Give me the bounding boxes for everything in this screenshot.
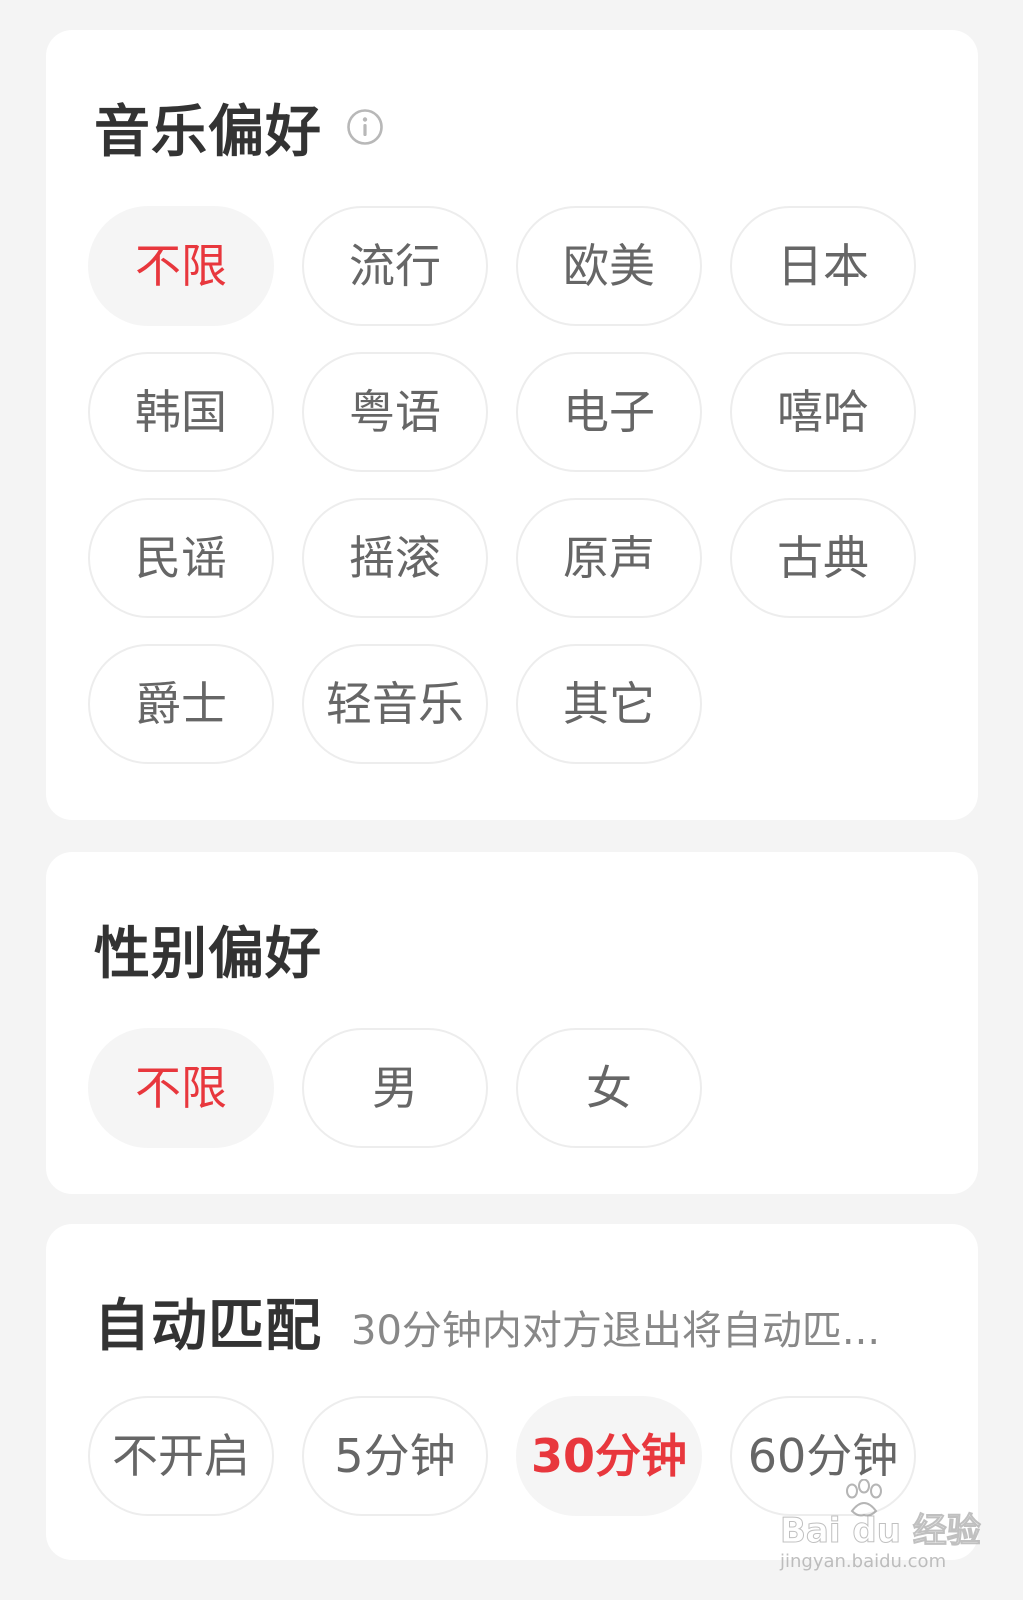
music-option-chip[interactable]: 流行	[302, 206, 488, 326]
auto-match-title: 自动匹配	[94, 1294, 322, 1359]
auto-match-option-chip[interactable]: 30分钟	[516, 1396, 702, 1516]
auto-match-option-chip[interactable]: 不开启	[88, 1396, 274, 1516]
gender-option-chip[interactable]: 男	[302, 1028, 488, 1148]
music-preference-title: 音乐偏好	[94, 100, 322, 165]
gender-preference-card: 性别偏好 不限 男 女	[46, 852, 978, 1194]
music-option-chip[interactable]: 轻音乐	[302, 644, 488, 764]
music-preference-card: 音乐偏好 不限 流行 欧美 日本 韩国 粤语 电子 嘻哈 民谣 摇滚 原声 古典…	[46, 30, 978, 820]
settings-screen: 音乐偏好 不限 流行 欧美 日本 韩国 粤语 电子 嘻哈 民谣 摇滚 原声 古典…	[0, 0, 1023, 1600]
music-option-chip[interactable]: 不限	[88, 206, 274, 326]
music-option-chip[interactable]: 欧美	[516, 206, 702, 326]
info-circle-icon[interactable]	[346, 108, 384, 146]
watermark-url: jingyan.baidu.com	[780, 1551, 947, 1572]
baidu-jingyan-watermark: Bai du 经验 jingyan.baidu.com	[780, 1479, 982, 1585]
gender-preference-title: 性别偏好	[94, 922, 322, 987]
music-option-chip[interactable]: 嘻哈	[730, 352, 916, 472]
music-option-chip[interactable]: 电子	[516, 352, 702, 472]
music-option-chip[interactable]: 其它	[516, 644, 702, 764]
music-option-chip[interactable]: 原声	[516, 498, 702, 618]
gender-option-chip[interactable]: 女	[516, 1028, 702, 1148]
auto-match-option-chip[interactable]: 5分钟	[302, 1396, 488, 1516]
music-option-chip[interactable]: 民谣	[88, 498, 274, 618]
music-option-chip[interactable]: 日本	[730, 206, 916, 326]
music-option-chip[interactable]: 摇滚	[302, 498, 488, 618]
gender-option-chip[interactable]: 不限	[88, 1028, 274, 1148]
music-option-chip[interactable]: 古典	[730, 498, 916, 618]
music-option-chip[interactable]: 韩国	[88, 352, 274, 472]
music-option-chip[interactable]: 爵士	[88, 644, 274, 764]
watermark-logo-text: Bai du 经验	[780, 1511, 982, 1552]
auto-match-description: 30分钟内对方退出将自动匹...	[351, 1308, 881, 1354]
music-option-chip[interactable]: 粤语	[302, 352, 488, 472]
